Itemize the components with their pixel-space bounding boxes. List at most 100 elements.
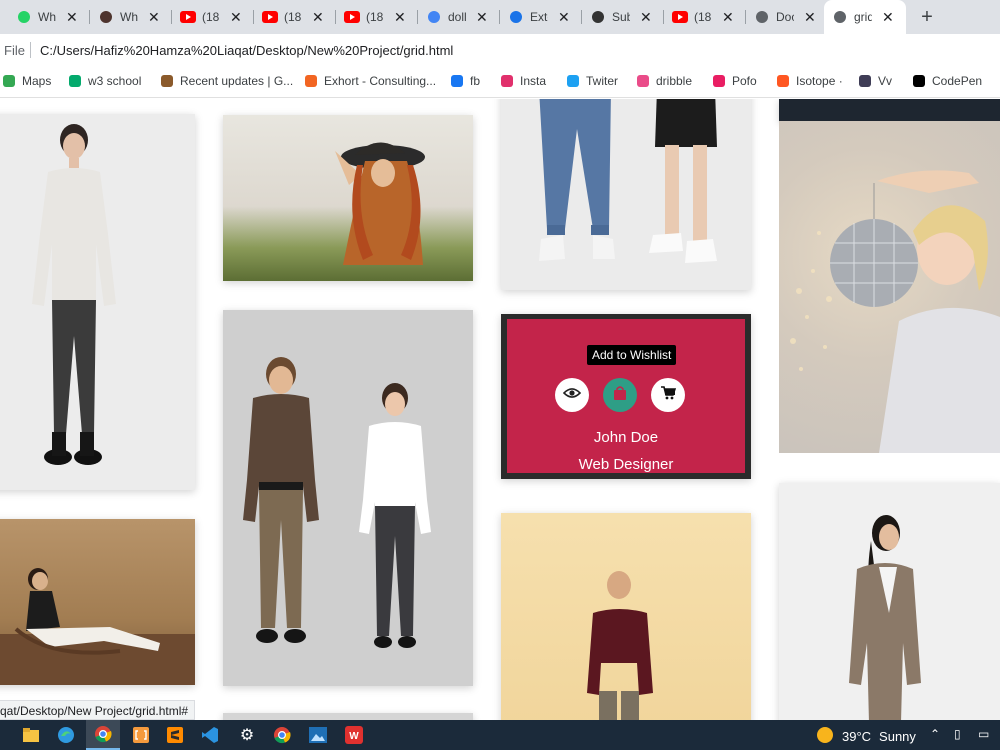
close-icon[interactable]: ✕: [230, 9, 242, 26]
puzzle-icon: [508, 9, 524, 25]
close-icon[interactable]: ✕: [640, 9, 652, 26]
hover-card[interactable]: Add to Wishlist John Doe Web Designer: [501, 314, 751, 479]
tab-3[interactable]: (18 ✕: [172, 0, 254, 34]
url-text[interactable]: C:/Users/Hafiz%20Hamza%20Liaqat/Desktop/…: [40, 43, 453, 58]
close-icon[interactable]: ✕: [66, 9, 78, 26]
bookmark-6[interactable]: Insta: [500, 74, 546, 88]
bookmark-10[interactable]: Isotope ·: [776, 74, 843, 88]
cart-button[interactable]: [651, 378, 685, 412]
tab-title: Wh: [38, 10, 56, 24]
wishlist-button[interactable]: [603, 378, 637, 412]
photo-legs: [501, 99, 751, 290]
vscode-icon[interactable]: [201, 726, 219, 744]
tab-2[interactable]: Wh ✕: [90, 0, 172, 34]
display-icon[interactable]: ▭: [978, 727, 989, 741]
tab-title: (18: [202, 10, 220, 24]
globe-icon: [832, 9, 848, 25]
image-grid: Add to Wishlist John Doe Web Designer: [0, 99, 1000, 720]
photo-woman-lounging: [0, 519, 195, 685]
tab-title: doll: [448, 10, 466, 24]
google-icon: [426, 9, 442, 25]
bookmark-8[interactable]: dribble: [636, 74, 692, 88]
tab-title: Wh: [120, 10, 138, 24]
youtube-icon: [672, 9, 688, 25]
close-icon[interactable]: ✕: [394, 9, 406, 26]
file-explorer-icon[interactable]: [22, 726, 40, 744]
photo-couple-standing: [223, 310, 473, 686]
sublime-icon[interactable]: [166, 726, 184, 744]
close-icon[interactable]: ✕: [312, 9, 324, 26]
new-tab-button[interactable]: +: [915, 5, 939, 29]
eye-icon: [562, 386, 582, 404]
tab-4[interactable]: (18 ✕: [254, 0, 336, 34]
close-icon[interactable]: ✕: [148, 9, 160, 26]
grid-card[interactable]: [501, 99, 751, 290]
asterisk-icon: [712, 74, 726, 88]
bookmark-1[interactable]: Maps: [2, 74, 51, 88]
sun-icon: [816, 726, 834, 747]
grid-card[interactable]: [0, 114, 195, 490]
bookmark-3[interactable]: Recent updates | G...: [160, 74, 293, 88]
device-icon[interactable]: ▯: [954, 727, 961, 741]
grid-card[interactable]: [779, 483, 1000, 720]
close-icon[interactable]: ✕: [476, 9, 488, 26]
brackets-icon[interactable]: [132, 726, 150, 744]
bookmark-label: Recent updates | G...: [180, 74, 294, 88]
isotope-icon: [776, 74, 790, 88]
taskbar: ⚙ W 39°C Sunny ⌃ ▯ ▭: [0, 720, 1000, 750]
weather-widget[interactable]: 39°C Sunny: [816, 726, 916, 747]
bookmark-label: fb: [470, 74, 481, 88]
chrome-icon-2[interactable]: [273, 726, 291, 744]
bookmark-2[interactable]: w3 school: [68, 74, 141, 88]
tab-11[interactable]: grid ✕: [824, 0, 906, 34]
tab-title: (18: [366, 10, 384, 24]
photos-icon[interactable]: [309, 726, 327, 744]
bookmark-7[interactable]: Twiter: [566, 74, 618, 88]
bookmark-label: Maps: [22, 74, 52, 88]
grid-card[interactable]: [223, 115, 473, 281]
tab-9[interactable]: (18 ✕: [664, 0, 746, 34]
close-icon[interactable]: ✕: [558, 9, 570, 26]
temperature: 39°C: [842, 729, 872, 744]
tab-1[interactable]: Wh ✕: [8, 0, 90, 34]
grid-card[interactable]: [779, 99, 1000, 121]
tab-7[interactable]: Exte ✕: [500, 0, 582, 34]
edge-icon[interactable]: [57, 726, 75, 744]
tab-10[interactable]: Doc ✕: [746, 0, 824, 34]
close-icon[interactable]: ✕: [804, 9, 816, 26]
bookmark-label: dribble: [656, 74, 693, 88]
cart-icon: [660, 385, 677, 405]
photo-woman-blazer: [779, 483, 1000, 720]
grid-card[interactable]: [0, 519, 195, 685]
photo-woman-hat: [223, 115, 473, 281]
tab-8[interactable]: Sub ✕: [582, 0, 664, 34]
bookmark-5[interactable]: fb: [450, 74, 480, 88]
view-button[interactable]: [555, 378, 589, 412]
bookmark-label: w3 school: [88, 74, 142, 88]
grid-card[interactable]: [501, 513, 751, 720]
tab-strip: Wh ✕ Wh ✕ (18 ✕ (18 ✕ (18 ✕ doll ✕ Exte ✕ Sub ✕ (18 ✕ Doc ✕…: [0, 0, 1000, 34]
grid-card[interactable]: [223, 310, 473, 686]
bookmark-12[interactable]: CodePen: [912, 74, 982, 88]
close-icon[interactable]: ✕: [882, 9, 894, 26]
bookmark-label: Isotope ·: [796, 74, 843, 88]
tab-5[interactable]: (18 ✕: [336, 0, 418, 34]
bookmark-4[interactable]: Exhort - Consulting...: [304, 74, 436, 88]
close-icon[interactable]: ✕: [722, 9, 734, 26]
chrome-icon[interactable]: [86, 720, 120, 750]
tab-title: Doc: [776, 10, 794, 24]
chevron-up-icon[interactable]: ⌃: [930, 727, 940, 741]
tab-6[interactable]: doll ✕: [418, 0, 500, 34]
scheme-label: File: [4, 43, 25, 58]
grid-card[interactable]: [779, 121, 1000, 453]
grid-card[interactable]: [223, 713, 473, 720]
v-icon: [858, 74, 872, 88]
codepen-icon: [912, 74, 926, 88]
address-bar[interactable]: File C:/Users/Hafiz%20Hamza%20Liaqat/Des…: [0, 34, 1000, 66]
bookmark-9[interactable]: Pofo: [712, 74, 757, 88]
svg-text:W: W: [349, 731, 359, 742]
overlay-panel: Add to Wishlist John Doe Web Designer: [507, 319, 745, 473]
bookmark-11[interactable]: Vv: [858, 74, 892, 88]
wps-icon[interactable]: W: [345, 726, 363, 744]
settings-icon[interactable]: ⚙: [238, 726, 256, 744]
